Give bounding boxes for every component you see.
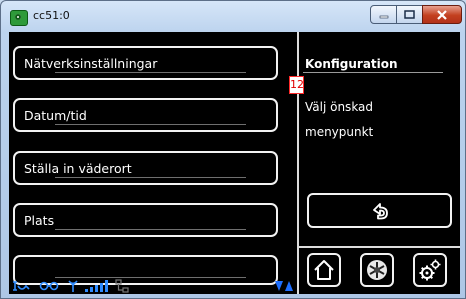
panel-info: Välj önskad menypunkt: [305, 95, 455, 145]
minimize-button[interactable]: [370, 5, 397, 24]
menu-item-label: Ställa in väderort: [24, 160, 132, 176]
menu-item-location[interactable]: Plats: [13, 203, 278, 237]
settings-button[interactable]: [413, 253, 447, 287]
close-button[interactable]: [422, 5, 462, 24]
panel-title-underline: [303, 72, 443, 73]
back-arrow-icon: [372, 202, 388, 219]
menu-item-label: Datum/tid: [24, 107, 87, 123]
status-bar: [9, 277, 294, 294]
network-icon: [115, 278, 129, 293]
panel-divider: [297, 32, 299, 294]
device-screen: Nätverksinställningar Datum/tid Ställa i…: [9, 32, 460, 294]
snowflake-button[interactable]: [360, 253, 394, 287]
title-bar: cc51:0: [1, 1, 465, 33]
snowflake-icon: [367, 260, 387, 280]
menu-item-date-time[interactable]: Datum/tid: [13, 98, 278, 132]
info-line-1: Välj önskad: [305, 100, 374, 114]
antenna-icon: [67, 279, 79, 293]
info-line-2: menypunkt: [305, 125, 374, 139]
menu-item-network-settings[interactable]: Nätverksinställningar: [13, 46, 278, 80]
window-title: cc51:0: [33, 9, 70, 22]
maximize-button[interactable]: [396, 5, 423, 24]
scroll-icon[interactable]: [275, 279, 293, 293]
panel-bottom-divider: [299, 246, 460, 248]
close-icon: [437, 9, 447, 20]
home-icon: [314, 260, 334, 280]
minimize-icon: [379, 15, 388, 18]
signal-bars-icon: [85, 279, 109, 292]
signal-icon: [12, 280, 30, 292]
menu-item-label: Plats: [24, 212, 55, 228]
step-badge: 12: [289, 76, 304, 94]
maximize-icon: [404, 10, 415, 19]
menu-item-weather-location[interactable]: Ställa in väderort: [13, 151, 278, 185]
link-icon: [39, 280, 59, 292]
app-window: cc51:0 Nätverksinställningar Datum/tid S…: [0, 0, 466, 299]
home-button[interactable]: [307, 253, 341, 287]
menu-item-label: Nätverksinställningar: [24, 55, 158, 71]
gears-icon: [419, 259, 441, 281]
back-button[interactable]: [307, 193, 452, 228]
app-icon: [10, 10, 28, 26]
panel-title: Konfiguration: [305, 57, 398, 71]
